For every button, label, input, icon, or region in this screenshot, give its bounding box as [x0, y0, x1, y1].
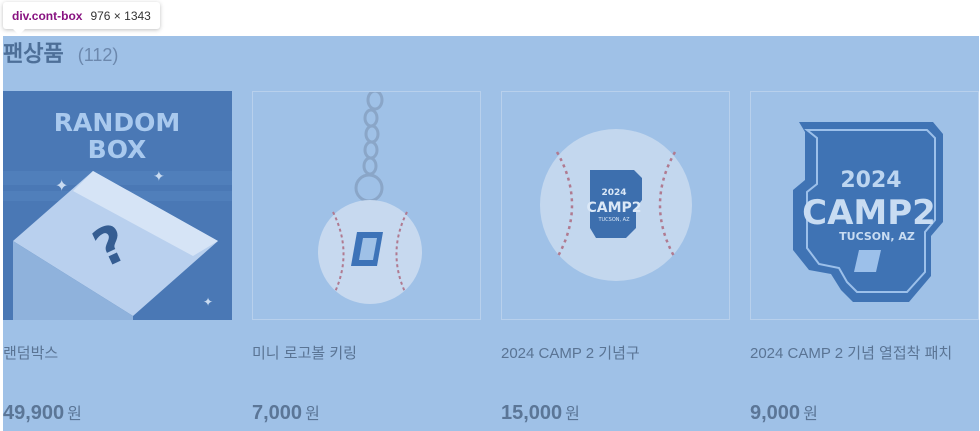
page: div.cont-box 976 × 1343 팬상품 (112) RANDOM… [0, 0, 980, 431]
price-unit: 원 [305, 406, 320, 423]
product-name[interactable]: 미니 로고볼 키링 [252, 342, 481, 362]
product-card[interactable]: 미니 로고볼 키링 7,000 원 [252, 91, 481, 425]
ball-text-location: TUCSON, AZ [597, 217, 630, 223]
price-unit: 원 [803, 406, 818, 423]
random-box-text-2: BOX [88, 135, 147, 164]
ball-text-camp: CAMP2 [586, 200, 641, 216]
product-price: 9,000 원 [750, 400, 979, 425]
product-price: 7,000 원 [252, 400, 481, 425]
devtools-tooltip: div.cont-box 976 × 1343 [3, 2, 160, 35]
product-thumbnail[interactable]: RANDOM BOX ? ✦ ✦ ✦ [3, 91, 232, 320]
product-name[interactable]: 랜덤박스 [3, 342, 232, 362]
price-unit: 원 [565, 406, 580, 423]
product-price: 49,900 원 [3, 400, 232, 425]
price-value: 49,900 [3, 402, 65, 424]
svg-text:✦: ✦ [203, 295, 213, 309]
patch-text-location: TUCSON, AZ [839, 230, 915, 243]
patch-icon: 2024 CAMP2 TUCSON, AZ [751, 92, 978, 319]
product-thumbnail[interactable]: 2024 CAMP2 TUCSON, AZ [501, 91, 730, 320]
price-unit: 원 [67, 406, 82, 423]
product-thumbnail[interactable]: 2024 CAMP2 TUCSON, AZ [750, 91, 979, 320]
product-card[interactable]: 2024 CAMP2 TUCSON, AZ 2024 CAMP 2 기념 열접착… [750, 91, 979, 425]
price-value: 7,000 [252, 402, 303, 424]
tooltip-dimensions: 976 × 1343 [90, 8, 151, 23]
section-count: (112) [77, 45, 119, 65]
random-box-text-1: RANDOM [54, 108, 180, 137]
product-card[interactable]: RANDOM BOX ? ✦ ✦ ✦ 랜덤박스 49,900 원 [3, 91, 232, 425]
product-price: 15,000 원 [501, 400, 730, 425]
baseball-keyring-icon [253, 92, 480, 319]
baseball-icon: 2024 CAMP2 TUCSON, AZ [502, 92, 729, 319]
patch-text-year: 2024 [840, 168, 901, 193]
section-title: 팬상품 [3, 41, 64, 66]
tooltip-selector: div.cont-box [12, 8, 83, 23]
product-name[interactable]: 2024 CAMP 2 기념 열접착 패치 [750, 342, 979, 362]
product-card[interactable]: 2024 CAMP2 TUCSON, AZ 2024 CAMP 2 기념구 15… [501, 91, 730, 425]
price-value: 9,000 [750, 402, 801, 424]
product-thumbnail[interactable] [252, 91, 481, 320]
section-header: 팬상품 (112) [3, 36, 118, 68]
svg-text:✦: ✦ [55, 178, 68, 195]
price-value: 15,000 [501, 402, 563, 424]
svg-text:✦: ✦ [153, 168, 165, 184]
ball-text-year: 2024 [601, 188, 626, 198]
question-box-icon: RANDOM BOX ? ✦ ✦ ✦ [3, 91, 232, 320]
product-name[interactable]: 2024 CAMP 2 기념구 [501, 342, 730, 362]
patch-text-camp: CAMP2 [802, 193, 936, 233]
